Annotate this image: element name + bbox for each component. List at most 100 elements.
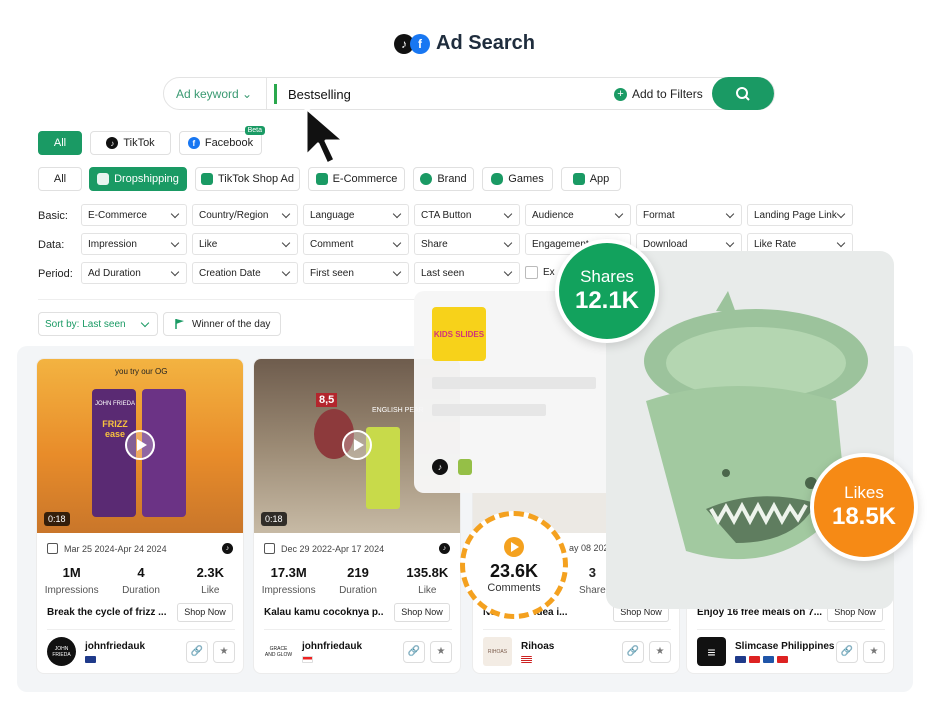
exclude-checkbox[interactable]: Ex xyxy=(525,266,555,279)
date-text: Dec 29 2022-Apr 17 2024 xyxy=(281,543,385,554)
search-icon xyxy=(736,86,750,101)
shop-now-button[interactable]: Shop Now xyxy=(394,603,450,622)
avatar[interactable]: GRACE AND GLOW xyxy=(264,637,293,666)
advertiser-name[interactable]: johnfriedauk xyxy=(302,641,362,652)
advertiser-name[interactable]: Slimcase Philippines xyxy=(735,641,834,652)
play-icon[interactable] xyxy=(125,430,155,460)
stat-label: Like xyxy=(201,585,220,596)
badge-label: Comments xyxy=(487,581,541,594)
keyword-type-dropdown[interactable]: Ad keyword ⌄ xyxy=(176,87,252,101)
gamepad-icon xyxy=(491,173,504,185)
shopping-bag-icon xyxy=(200,173,213,185)
tab-label: Games xyxy=(508,173,544,185)
play-icon[interactable] xyxy=(342,430,372,460)
shop-now-button[interactable]: Shop Now xyxy=(177,603,233,622)
avatar[interactable]: ≡ xyxy=(697,637,726,666)
card-divider xyxy=(483,629,671,630)
category-tab-tiktok-shop-ad[interactable]: TikTok Shop Ad xyxy=(195,167,300,191)
video-duration: 0:18 xyxy=(44,512,70,526)
category-tab-dropshipping[interactable]: Dropshipping xyxy=(89,167,187,191)
filter-comment[interactable]: Comment xyxy=(303,233,409,255)
winner-label: Winner of the day xyxy=(192,318,271,330)
stat-like: 135.8K Like xyxy=(393,565,460,598)
star-icon[interactable]: ★ xyxy=(430,641,452,663)
filter-audience[interactable]: Audience xyxy=(525,204,631,226)
link-icon[interactable]: 🔗 xyxy=(836,641,858,663)
filter-creation-date[interactable]: Creation Date xyxy=(192,262,298,284)
badge-value: 23.6K xyxy=(489,560,539,581)
checkbox-box xyxy=(525,266,538,279)
filter-landing-page-link[interactable]: Landing Page Link xyxy=(747,204,853,226)
link-icon[interactable]: 🔗 xyxy=(186,641,208,663)
tab-label: Facebook xyxy=(204,137,254,149)
category-tab-all[interactable]: All xyxy=(38,167,82,191)
category-tab-ecommerce[interactable]: E-Commerce xyxy=(308,167,405,191)
stat-impressions: 17.3M Impressions xyxy=(254,565,323,598)
flag-icon xyxy=(85,656,96,663)
star-icon[interactable]: ★ xyxy=(863,641,885,663)
ad-card[interactable]: you try our OG JOHN FRIEDA FRIZZ ease 0:… xyxy=(36,358,244,674)
search-input[interactable]: Bestselling xyxy=(288,87,351,102)
stat-label: Impressions xyxy=(261,585,316,596)
tab-label: App xyxy=(589,173,610,185)
tiktok-icon: ♪ xyxy=(106,137,119,149)
thumbnail-caption: you try our OG xyxy=(115,367,168,376)
period-filter-label: Period: xyxy=(38,268,73,280)
stat-value: 219 xyxy=(347,565,369,580)
filter-share[interactable]: Share xyxy=(414,233,520,255)
category-tab-brand[interactable]: Brand xyxy=(413,167,474,191)
store-icon xyxy=(97,173,110,185)
flag-icon xyxy=(521,656,532,663)
filter-impression[interactable]: Impression xyxy=(81,233,187,255)
page-header: ♪ f Ad Search xyxy=(0,32,929,55)
search-bar: Ad keyword ⌄ Bestselling + Add to Filters xyxy=(163,77,775,110)
filter-first-seen[interactable]: First seen xyxy=(303,262,409,284)
ad-stats: 17.3M Impressions 219 Duration 135.8K Like xyxy=(254,565,460,598)
sort-dropdown[interactable]: Sort by: Last seen xyxy=(38,312,158,336)
play-circle-icon xyxy=(504,536,524,557)
advertiser-name[interactable]: johnfriedauk xyxy=(85,641,145,652)
tab-label: All xyxy=(53,173,67,185)
platform-tab-facebook[interactable]: f Facebook Beta xyxy=(179,126,265,155)
filter-last-seen[interactable]: Last seen xyxy=(414,262,520,284)
stat-label: Duration xyxy=(122,585,160,596)
winner-of-the-day-button[interactable]: Winner of the day xyxy=(163,312,281,336)
stat-impressions: 1M Impressions xyxy=(37,565,106,598)
add-to-filters-button[interactable]: + Add to Filters xyxy=(614,87,703,101)
link-icon[interactable]: 🔗 xyxy=(403,641,425,663)
stat-like: 2.3K Like xyxy=(176,565,243,598)
star-icon[interactable]: ★ xyxy=(649,641,671,663)
filter-country-region[interactable]: Country/Region xyxy=(192,204,298,226)
video-duration: 0:18 xyxy=(261,512,287,526)
platform-tab-all[interactable]: All xyxy=(38,131,82,155)
stat-value: 4 xyxy=(137,565,145,580)
search-button[interactable] xyxy=(712,77,774,110)
filter-language[interactable]: Language xyxy=(303,204,409,226)
keyword-type-label: Ad keyword xyxy=(176,87,239,101)
category-tab-games[interactable]: Games xyxy=(482,167,553,191)
ad-thumbnail[interactable]: you try our OG JOHN FRIEDA FRIZZ ease 0:… xyxy=(37,359,243,533)
link-icon[interactable]: 🔗 xyxy=(622,641,644,663)
data-filter-label: Data: xyxy=(38,239,65,251)
category-tab-app[interactable]: App xyxy=(561,167,621,191)
store-logo: KIDS SLIDES xyxy=(432,307,486,361)
badge-value: 12.1K xyxy=(574,287,640,314)
page-title: Ad Search xyxy=(436,32,535,54)
filter-ecommerce[interactable]: E-Commerce xyxy=(81,204,187,226)
facebook-icon: f xyxy=(187,137,200,149)
avatar[interactable]: JOHN FRIEDA xyxy=(47,637,76,666)
filter-like[interactable]: Like xyxy=(192,233,298,255)
search-divider xyxy=(266,78,267,109)
date-text: ay 08 202 xyxy=(569,543,609,553)
filter-format[interactable]: Format xyxy=(636,204,742,226)
platform-tab-tiktok[interactable]: ♪ TikTok xyxy=(90,131,171,155)
filter-ad-duration[interactable]: Ad Duration xyxy=(81,262,187,284)
advertiser-name[interactable]: Rihoas xyxy=(521,641,554,652)
avatar[interactable]: RIHOAS xyxy=(483,637,512,666)
price-tag: 8,5 xyxy=(316,393,338,407)
tiktok-icon: ♪ xyxy=(432,459,448,475)
filter-cta-button[interactable]: CTA Button xyxy=(414,204,520,226)
date-range: Dec 29 2022-Apr 17 2024 xyxy=(264,543,384,554)
star-icon[interactable]: ★ xyxy=(213,641,235,663)
calendar-icon xyxy=(47,543,58,554)
